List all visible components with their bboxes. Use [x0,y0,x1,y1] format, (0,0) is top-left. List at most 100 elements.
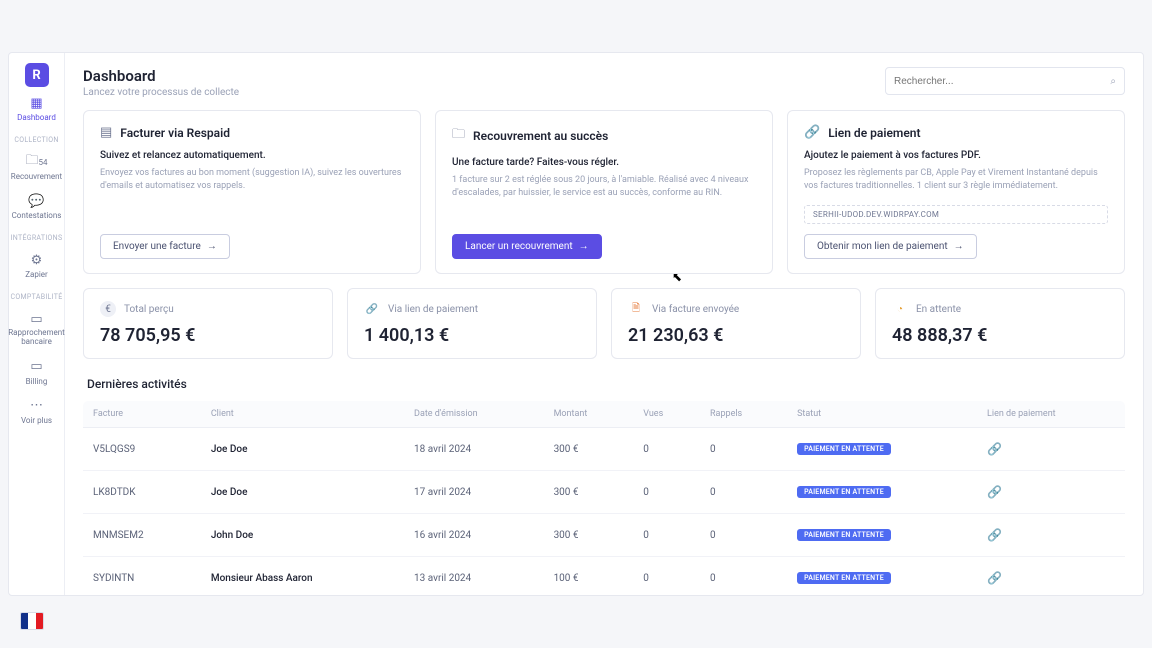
cell-statut: PAIEMENT EN ATTENTE [787,557,977,595]
language-flag-fr[interactable] [20,612,44,630]
card-lead: Ajoutez le paiement à vos factures PDF. [804,150,1108,161]
col-statut: Statut [787,401,977,428]
cell-client: Joe Doe [201,471,404,514]
sidebar-label: Recouvrement [11,172,62,181]
cell-vues: 0 [633,471,700,514]
sidebar-label: Rapprochement bancaire [8,329,65,347]
sidebar-label: Dashboard [17,113,56,122]
cell-lien: 🔗 [977,471,1125,514]
card-title: Lien de paiement [828,126,920,140]
clock-icon: ◔ [892,301,908,317]
cell-rappels: 0 [700,557,787,595]
cell-facture: LK8DTDK [83,471,201,514]
card-title: Recouvrement au succès [473,129,608,143]
stat-value: 78 705,95 € [100,325,316,346]
stat-value: 1 400,13 € [364,325,580,346]
card-recouvrement: 🗀 Recouvrement au succès Une facture tar… [435,110,773,274]
link-icon[interactable]: 🔗 [987,485,1002,499]
obtenir-lien-button[interactable]: Obtenir mon lien de paiement→ [804,234,977,259]
cell-lien: 🔗 [977,428,1125,471]
sidebar-section-integrations: INTÉGRATIONS [11,234,63,242]
cell-vues: 0 [633,557,700,595]
link-icon[interactable]: 🔗 [987,571,1002,585]
stat-value: 48 888,37 € [892,325,1108,346]
bank-icon: ▭ [29,311,45,327]
cell-rappels: 0 [700,514,787,557]
stat-via-facture: 🗎Via facture envoyée 21 230,63 € [611,288,861,359]
sidebar-section-collection: COLLECTION [14,136,58,144]
col-client: Client [201,401,404,428]
col-facture: Facture [83,401,201,428]
cell-date: 17 avril 2024 [404,471,544,514]
euro-icon: € [100,301,116,317]
stat-via-lien: 🔗Via lien de paiement 1 400,13 € [347,288,597,359]
table-row[interactable]: SYDINTNMonsieur Abass Aaron13 avril 2024… [83,557,1125,595]
cell-montant: 100 € [544,557,634,595]
cell-rappels: 0 [700,428,787,471]
card-desc: Proposez les règlements par CB, Apple Pa… [804,167,1108,193]
cell-montant: 300 € [544,514,634,557]
link-icon: 🔗 [804,125,820,140]
cell-client: Monsieur Abass Aaron [201,557,404,595]
cell-facture: SYDINTN [83,557,201,595]
table-row[interactable]: V5LQGS9Joe Doe18 avril 2024300 €00PAIEME… [83,428,1125,471]
billing-icon: ▭ [29,359,45,375]
status-badge: PAIEMENT EN ATTENTE [797,443,891,455]
search-input[interactable]: ⌕ [885,67,1125,95]
page-subtitle: Lancez votre processus de collecte [83,87,239,98]
cell-statut: PAIEMENT EN ATTENTE [787,514,977,557]
link-icon[interactable]: 🔗 [987,442,1002,456]
page-title: Dashboard [83,67,239,85]
cell-facture: V5LQGS9 [83,428,201,471]
main-content: Dashboard Lancez votre processus de coll… [65,53,1143,595]
cell-lien: 🔗 [977,557,1125,595]
col-lien: Lien de paiement [977,401,1125,428]
cell-montant: 300 € [544,428,634,471]
card-lien-paiement: 🔗 Lien de paiement Ajoutez le paiement à… [787,110,1125,274]
sidebar-item-voir-plus[interactable]: ⋯ Voir plus [9,394,64,429]
card-facturer: ▤ Facturer via Respaid Suivez et relance… [83,110,421,274]
sidebar-item-zapier[interactable]: ⚙ Zapier [9,248,64,283]
cell-rappels: 0 [700,471,787,514]
card-lead: Suivez et relancez automatiquement. [100,150,404,161]
sidebar-item-billing[interactable]: ▭ Billing [9,355,64,390]
status-badge: PAIEMENT EN ATTENTE [797,529,891,541]
stat-en-attente: ◔ En attente 48 888,37 € [875,288,1125,359]
link-icon: 🔗 [364,301,380,317]
zapier-icon: ⚙ [29,252,45,268]
invoice-icon: ▤ [100,125,112,140]
status-badge: PAIEMENT EN ATTENTE [797,572,891,584]
sidebar: R ▦ Dashboard COLLECTION 🗀 54 Recouvreme… [9,53,65,595]
arrow-right-icon: → [207,241,217,252]
search-field[interactable] [894,76,1110,87]
cell-client: John Doe [201,514,404,557]
cell-statut: PAIEMENT EN ATTENTE [787,428,977,471]
search-icon: ⌕ [1110,76,1116,87]
link-icon[interactable]: 🔗 [987,528,1002,542]
envoyer-facture-button[interactable]: Envoyer une facture→ [100,234,230,259]
col-montant: Montant [544,401,634,428]
col-vues: Vues [633,401,700,428]
stat-label: En attente [916,304,961,315]
sidebar-item-recouvrement[interactable]: 🗀 54 Recouvrement [9,150,64,185]
sidebar-item-contestations[interactable]: 💬 Contestations [9,189,64,224]
sidebar-item-dashboard[interactable]: ▦ Dashboard [9,91,64,126]
cell-facture: MNMSEM2 [83,514,201,557]
app-logo[interactable]: R [25,63,49,87]
cell-lien: 🔗 [977,514,1125,557]
more-icon: ⋯ [29,398,45,414]
status-badge: PAIEMENT EN ATTENTE [797,486,891,498]
sidebar-label: Voir plus [21,416,52,425]
table-row[interactable]: MNMSEM2John Doe16 avril 2024300 €00PAIEM… [83,514,1125,557]
lancer-recouvrement-button[interactable]: Lancer un recouvrement→ [452,234,602,259]
sidebar-label: Zapier [25,270,48,279]
cell-vues: 0 [633,428,700,471]
sidebar-item-rapprochement[interactable]: ▭ Rapprochement bancaire [9,307,64,351]
activities-title: Dernières activités [87,377,1125,391]
payment-link-url[interactable]: SERHII-UDOD.DEV.WIDRPAY.COM [804,205,1108,224]
table-row[interactable]: LK8DTDKJoe Doe17 avril 2024300 €00PAIEME… [83,471,1125,514]
col-date: Date d'émission [404,401,544,428]
cell-statut: PAIEMENT EN ATTENTE [787,471,977,514]
chat-icon: 💬 [29,193,45,209]
file-icon: 🗎 [628,301,644,317]
